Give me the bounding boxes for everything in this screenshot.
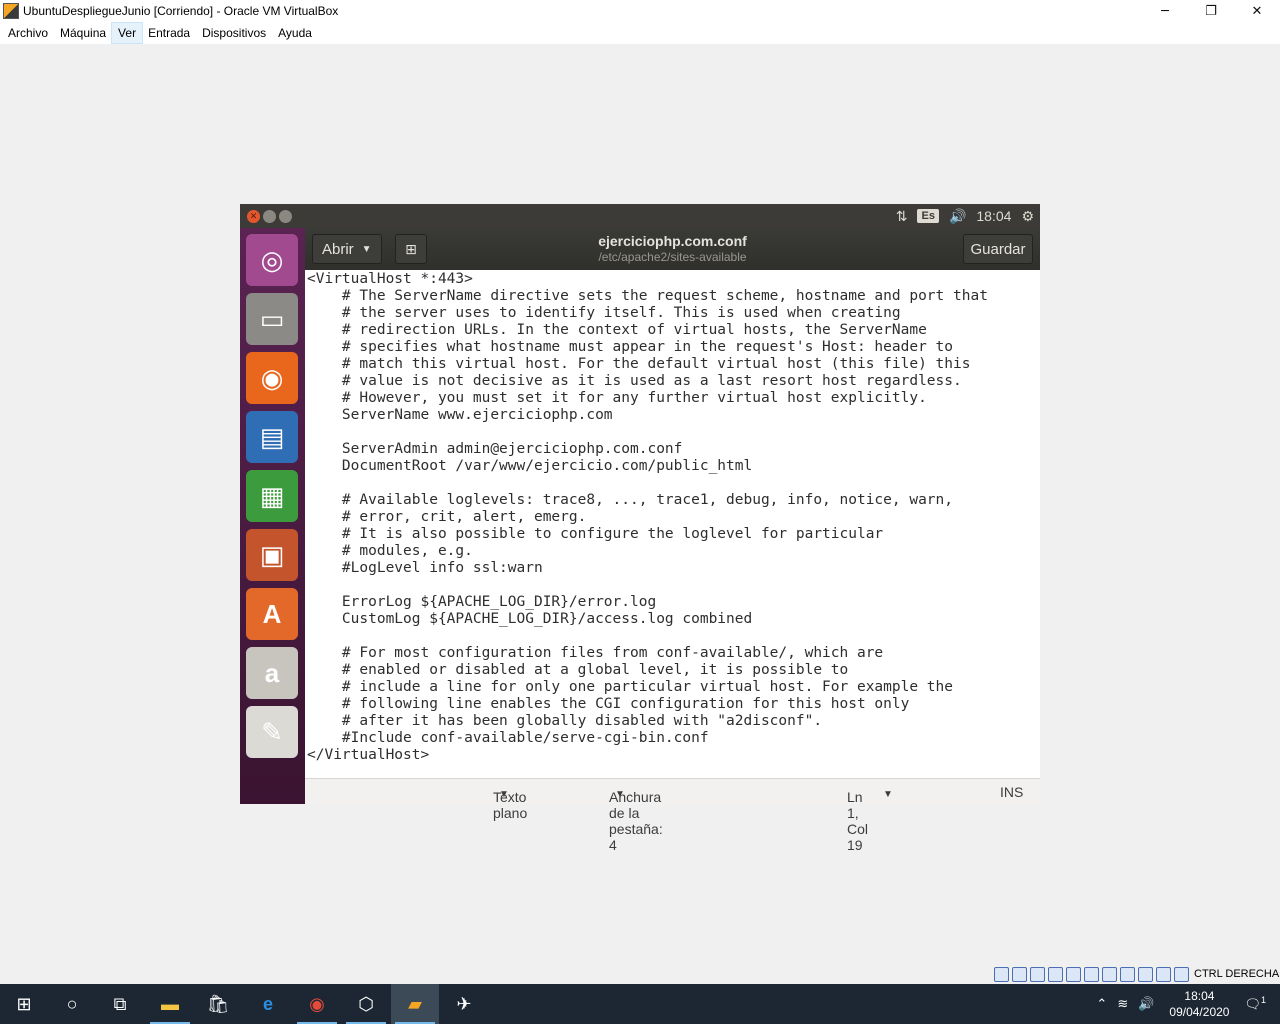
- close-button[interactable]: ✕: [1234, 0, 1280, 22]
- window-title: UbuntuDespliegueJunio [Corriendo] - Orac…: [23, 4, 339, 18]
- chevron-down-icon: ▼: [615, 789, 625, 800]
- close-icon[interactable]: ✕: [247, 209, 260, 223]
- menu-dispositivos[interactable]: Dispositivos: [196, 23, 272, 43]
- window-controls: ─ ❐ ✕: [1142, 0, 1280, 22]
- folder-icon: ▬: [161, 993, 179, 1014]
- task-view-icon: ⧉: [113, 993, 127, 1014]
- panel-indicators: ⇅ Es 🔊 18:04 ⚙: [896, 204, 1034, 228]
- calc-icon[interactable]: ▦: [246, 470, 298, 522]
- taskbar-vm-window[interactable]: ▰: [391, 984, 439, 1024]
- chevron-down-icon: ▼: [499, 789, 509, 800]
- files-icon[interactable]: ▭: [246, 293, 298, 345]
- keyboard-capture-icon[interactable]: [1174, 966, 1189, 982]
- network-icon[interactable]: ⇅: [896, 208, 908, 225]
- show-hidden-icons-icon[interactable]: ⌃: [1096, 996, 1107, 1012]
- windows-logo-icon: ⊞: [16, 993, 32, 1014]
- impress-icon[interactable]: ▣: [246, 529, 298, 581]
- vm-display[interactable]: ✕ ⇅ Es 🔊 18:04 ⚙ ◎ ▭ ◉ ▤ ▦ ▣ Aa ✎ Abrir ▼ ⊞ eje…: [240, 204, 1040, 853]
- taskbar-clock[interactable]: 18:04 09/04/2020: [1169, 988, 1229, 1020]
- virtualbox-app-icon: [3, 3, 19, 19]
- settings-gear-icon[interactable]: ⚙: [1021, 208, 1034, 225]
- document-title: ejerciciophp.com.conf: [598, 233, 747, 249]
- menu-ayuda[interactable]: Ayuda: [272, 23, 318, 43]
- taskbar-time: 18:04: [1184, 989, 1215, 1003]
- unity-launcher: ◎ ▭ ◉ ▤ ▦ ▣ Aa ✎: [240, 228, 305, 804]
- mouse-integration-icon[interactable]: [1156, 966, 1171, 982]
- virtualization-icon[interactable]: [1138, 966, 1153, 982]
- edge-icon: e: [262, 993, 273, 1014]
- writer-icon[interactable]: ▤: [246, 411, 298, 463]
- host-key-label: CTRL DERECHA: [1194, 968, 1280, 980]
- restore-button[interactable]: ❐: [1188, 0, 1234, 22]
- search-button[interactable]: ○: [48, 984, 96, 1024]
- network-adapter-icon[interactable]: [1048, 966, 1063, 982]
- display-icon[interactable]: [1102, 966, 1117, 982]
- audio-icon[interactable]: [1030, 966, 1045, 982]
- gedit-header-bar: Abrir ▼ ⊞ ejerciciophp.com.conf /etc/apa…: [305, 228, 1040, 270]
- taskbar-chrome[interactable]: ◉: [293, 984, 341, 1024]
- speaker-icon[interactable]: 🔊: [1138, 996, 1154, 1012]
- software-center-icon[interactable]: A: [246, 588, 298, 640]
- minimize-button[interactable]: ─: [1142, 0, 1188, 22]
- hard-disk-icon[interactable]: [994, 966, 1009, 982]
- text-editor-area[interactable]: <VirtualHost *:443> # The ServerName dir…: [305, 270, 1040, 776]
- ubuntu-dash-icon[interactable]: ◎: [246, 234, 298, 286]
- chrome-icon: ◉: [309, 993, 325, 1014]
- text-editor-icon[interactable]: ✎: [246, 706, 298, 758]
- amazon-icon[interactable]: a: [246, 647, 298, 699]
- taskbar-edge[interactable]: e: [244, 984, 292, 1024]
- volume-icon[interactable]: 🔊: [949, 208, 966, 225]
- unity-top-panel: ✕ ⇅ Es 🔊 18:04 ⚙: [240, 204, 1040, 228]
- taskbar-virtualbox-manager[interactable]: ⬡: [342, 984, 390, 1024]
- search-circle-icon: ○: [66, 993, 78, 1014]
- cursor-position-label: Ln 1, Col 19: [847, 789, 869, 853]
- firefox-icon[interactable]: ◉: [246, 352, 298, 404]
- maximize-icon[interactable]: [279, 209, 292, 223]
- host-menu-bar: Archivo Máquina Ver Entrada Dispositivos…: [0, 22, 1280, 44]
- notifications-button[interactable]: 🗨1: [1244, 995, 1266, 1012]
- chevron-down-icon: ▼: [883, 789, 893, 800]
- app-icon: ✈: [456, 993, 472, 1014]
- file-content[interactable]: <VirtualHost *:443> # The ServerName dir…: [305, 270, 1040, 764]
- start-button[interactable]: ⊞: [0, 984, 48, 1024]
- guest-clock[interactable]: 18:04: [976, 208, 1011, 224]
- system-tray: ⌃ ≋ 🔊 18:04 09/04/2020 🗨1: [1091, 984, 1280, 1024]
- host-title-bar: UbuntuDespliegueJunio [Corriendo] - Orac…: [0, 0, 1280, 22]
- insert-mode-indicator: INS: [1000, 784, 1024, 800]
- notification-count: 1: [1260, 995, 1266, 1006]
- store-bag-icon: 🛍: [206, 993, 230, 1014]
- keyboard-layout-indicator[interactable]: Es: [917, 209, 939, 223]
- virtualbox-vm-icon: ▰: [408, 993, 422, 1014]
- notification-icon: 🗨: [1244, 996, 1261, 1012]
- taskbar-date: 09/04/2020: [1169, 1005, 1230, 1019]
- menu-maquina[interactable]: Máquina: [54, 23, 112, 43]
- taskbar-app[interactable]: ✈: [440, 984, 488, 1024]
- menu-ver[interactable]: Ver: [111, 22, 144, 44]
- usb-icon[interactable]: [1066, 966, 1081, 982]
- document-path: /etc/apache2/sites-available: [598, 250, 747, 264]
- windows-taskbar: ⊞ ○ ⧉ ▬ 🛍 e ◉ ⬡ ▰ ✈ ⌃ ≋ 🔊 18:04 09/04/20…: [0, 984, 1280, 1024]
- recording-icon[interactable]: [1120, 966, 1135, 982]
- save-button[interactable]: Guardar: [963, 234, 1033, 264]
- gedit-status-bar: Texto plano ▼ Anchura de la pestaña: 4 ▼ L…: [305, 778, 1040, 853]
- taskbar-store[interactable]: 🛍: [194, 984, 242, 1024]
- shared-folders-icon[interactable]: [1084, 966, 1099, 982]
- virtualbox-cube-icon: ⬡: [358, 993, 374, 1014]
- minimize-icon[interactable]: [263, 209, 276, 223]
- menu-entrada[interactable]: Entrada: [142, 23, 196, 43]
- task-view-button[interactable]: ⧉: [96, 984, 144, 1024]
- menu-archivo[interactable]: Archivo: [2, 23, 54, 43]
- vbox-status-tray: CTRL DERECHA: [994, 964, 1279, 984]
- wifi-icon[interactable]: ≋: [1117, 996, 1128, 1012]
- optical-drive-icon[interactable]: [1012, 966, 1027, 982]
- taskbar-file-explorer[interactable]: ▬: [146, 984, 194, 1024]
